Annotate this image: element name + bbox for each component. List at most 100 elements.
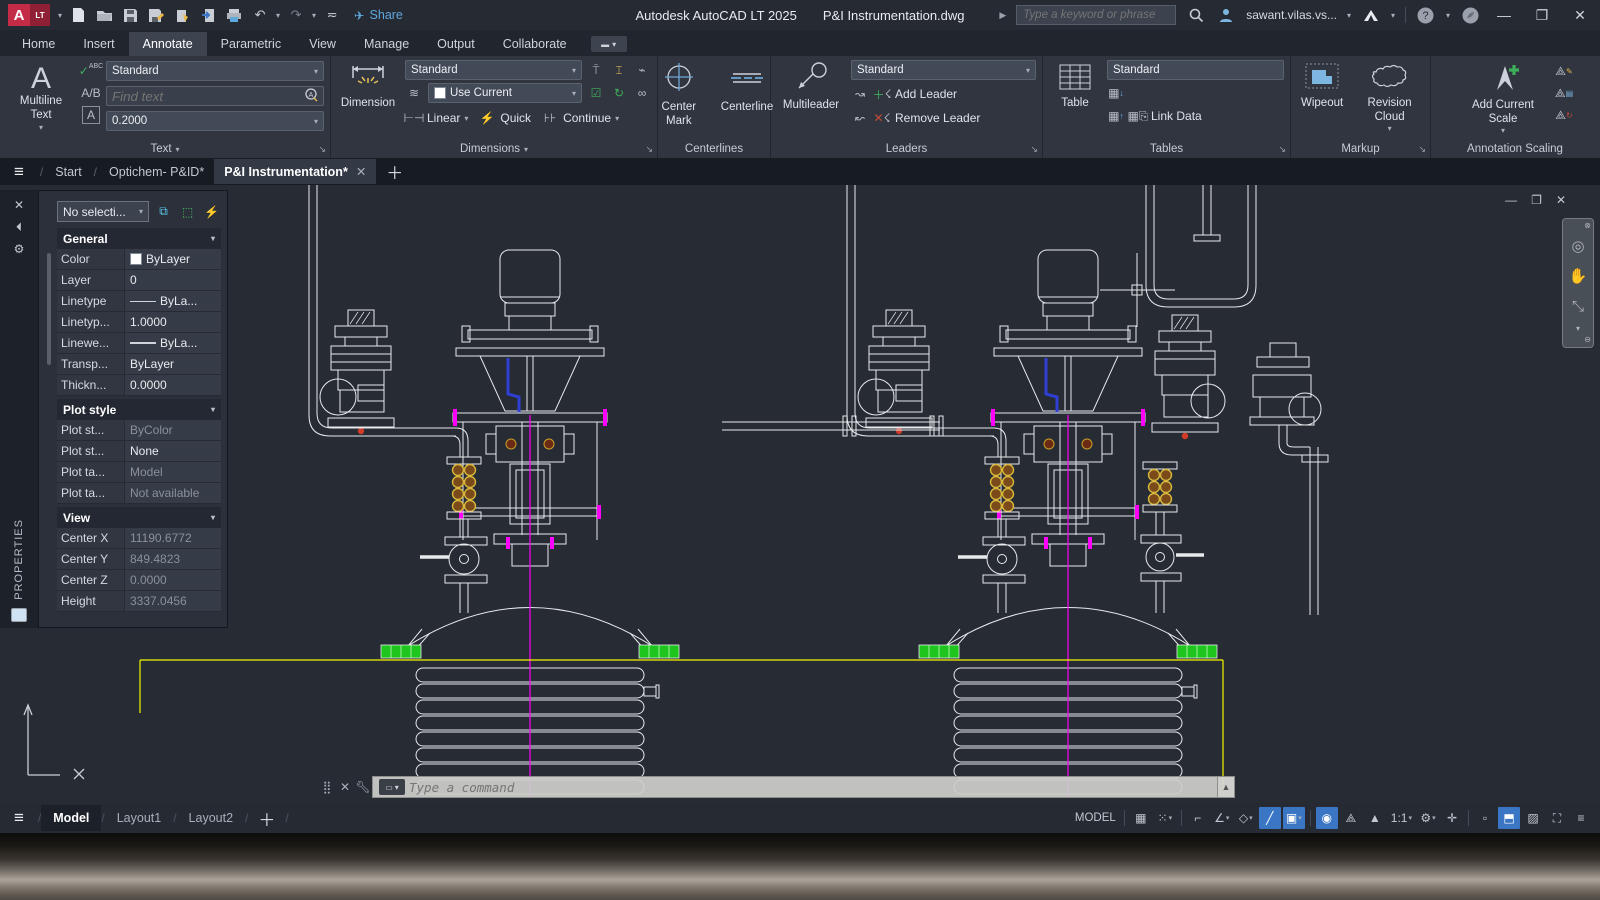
notification-icon[interactable]: [1460, 5, 1480, 25]
isodraft-toggle[interactable]: ◇▾: [1235, 807, 1257, 829]
search-expand-icon[interactable]: ▶: [999, 10, 1006, 21]
wipeout-button[interactable]: Wipeout: [1297, 60, 1347, 140]
tab-manage[interactable]: Manage: [350, 32, 423, 56]
tab-parametric[interactable]: Parametric: [207, 32, 295, 56]
panel-label-text[interactable]: Text▾ ↘: [0, 140, 330, 158]
undo-caret-icon[interactable]: ▾: [276, 11, 280, 20]
ribbon-display-toggle[interactable]: ▬▾: [591, 36, 627, 52]
layout-tab-layout2[interactable]: Layout2: [177, 805, 245, 831]
annoscale-edit-icon[interactable]: ⟁✎: [1555, 62, 1573, 80]
centerline-button[interactable]: Centerline: [717, 60, 777, 140]
tab-collaborate[interactable]: Collaborate: [489, 32, 581, 56]
palette-display-icon[interactable]: [11, 608, 27, 622]
prop-row-color[interactable]: Color ByLayer: [57, 249, 221, 270]
dim-update-icon[interactable]: ↻: [610, 84, 628, 102]
user-caret-icon[interactable]: ▾: [1347, 11, 1351, 20]
save-icon[interactable]: [120, 5, 140, 25]
dimension-button[interactable]: Dimension: [337, 60, 399, 140]
revision-cloud-button[interactable]: Revision Cloud ▾: [1355, 60, 1424, 140]
center-mark-button[interactable]: Center Mark: [651, 60, 707, 140]
prop-row-lineweight[interactable]: Linewe... ByLa...: [57, 333, 221, 354]
dimensions-launcher-icon[interactable]: ↘: [645, 144, 653, 155]
new-file-icon[interactable]: [68, 5, 88, 25]
prop-row-center-z[interactable]: Center Z 0.0000: [57, 570, 221, 591]
print-icon[interactable]: [224, 5, 244, 25]
search-icon[interactable]: [1186, 5, 1206, 25]
tab-insert[interactable]: Insert: [69, 32, 128, 56]
download-from-source-icon[interactable]: ▦↓: [1107, 84, 1125, 102]
palette-scrollbar[interactable]: [47, 253, 51, 365]
prop-row-plot-style[interactable]: Plot st... ByColor: [57, 420, 221, 441]
layout-tab-model[interactable]: Model: [41, 805, 101, 831]
undo-icon[interactable]: ↶: [250, 5, 270, 25]
full-screen-button[interactable]: ⛶: [1546, 807, 1568, 829]
text-style-select[interactable]: Standard▾: [106, 61, 324, 81]
prop-row-layer[interactable]: Layer 0: [57, 270, 221, 291]
annotation-scale-select[interactable]: 1:1▾: [1388, 807, 1415, 829]
steering-wheel-icon[interactable]: ◎: [1571, 231, 1584, 261]
add-current-scale-button[interactable]: Add Current Scale ▾: [1457, 60, 1549, 140]
jog-line-icon[interactable]: ⌁: [633, 61, 651, 79]
workspace-switching[interactable]: ⚙▾: [1417, 807, 1439, 829]
redo-icon[interactable]: ↷: [286, 5, 306, 25]
dim-layer-select[interactable]: Use Current▾: [428, 83, 582, 103]
prop-row-center-y[interactable]: Center Y 849.4823: [57, 549, 221, 570]
prop-row-height[interactable]: Height 3337.0456: [57, 591, 221, 612]
new-layout-button[interactable]: ＋: [248, 806, 285, 831]
adjust-space-icon[interactable]: ⌶: [610, 61, 628, 79]
quick-select-icon[interactable]: ⚡: [202, 203, 221, 221]
quick-button[interactable]: Quick: [500, 111, 531, 125]
prop-row-plot-style-table[interactable]: Plot st... None: [57, 441, 221, 462]
minimize-button[interactable]: —: [1490, 4, 1518, 26]
dwg-close-icon[interactable]: ✕: [1556, 193, 1566, 207]
remove-leader-button[interactable]: Remove Leader: [895, 111, 980, 125]
multileader-button[interactable]: Multileader: [777, 60, 845, 140]
section-plot-style[interactable]: Plot style▾: [57, 399, 221, 420]
zoom-extents-icon[interactable]: ⤡: [1572, 291, 1584, 321]
find-text-box[interactable]: A: [106, 86, 324, 106]
palette-title[interactable]: PROPERTIES: [13, 519, 25, 600]
add-leader-button[interactable]: Add Leader: [895, 87, 957, 101]
autoscale-toggle[interactable]: ⟁: [1340, 807, 1362, 829]
panel-label-centerlines[interactable]: Centerlines: [658, 140, 770, 158]
annotation-scale-icon[interactable]: ▲: [1364, 807, 1386, 829]
text-align-icon[interactable]: A/B: [82, 84, 100, 102]
dim-layer-icon[interactable]: ≋: [405, 84, 423, 102]
qat-customize-icon[interactable]: ≂: [322, 5, 342, 25]
clean-screen-button[interactable]: ▨: [1522, 807, 1544, 829]
dwg-restore-icon[interactable]: ❐: [1531, 193, 1542, 207]
model-space-button[interactable]: MODEL: [1072, 807, 1119, 829]
customization-button[interactable]: ✛: [1441, 807, 1463, 829]
share-button[interactable]: ✈ Share: [354, 8, 403, 23]
leaders-launcher-icon[interactable]: ↘: [1030, 144, 1038, 155]
close-button[interactable]: ✕: [1566, 4, 1594, 26]
navbar-caret-icon[interactable]: ▾: [1576, 321, 1580, 335]
palette-autohide-icon[interactable]: ⏴: [16, 216, 22, 238]
prop-row-transparency[interactable]: Transp... ByLayer: [57, 354, 221, 375]
panel-label-tables[interactable]: Tables ↘: [1043, 140, 1290, 158]
spell-check-icon[interactable]: ✓ABC: [82, 62, 100, 80]
ortho-mode-toggle[interactable]: ╱: [1259, 807, 1281, 829]
linear-button[interactable]: Linear: [427, 111, 460, 125]
find-text-input[interactable]: [112, 89, 304, 104]
cmd-history-toggle[interactable]: ▲: [1218, 776, 1235, 798]
customize-statusbar-icon[interactable]: ≡: [1570, 807, 1592, 829]
cmd-drag-handle[interactable]: ⣿: [318, 780, 336, 794]
user-avatar-icon[interactable]: [1216, 5, 1236, 25]
object-snap-toggle[interactable]: ▣▾: [1283, 807, 1305, 829]
annotation-visibility-toggle[interactable]: ◉: [1316, 807, 1338, 829]
plot-icon[interactable]: [172, 5, 192, 25]
autodesk-logo-icon[interactable]: [1361, 5, 1381, 25]
panel-label-dimensions[interactable]: Dimensions▾ ↘: [331, 140, 657, 158]
panel-label-markup[interactable]: Markup ↘: [1291, 140, 1430, 158]
panel-label-annotation-scaling[interactable]: Annotation Scaling: [1431, 140, 1599, 158]
app-menu-caret-icon[interactable]: ▾: [58, 11, 62, 20]
tab-annotate[interactable]: Annotate: [129, 32, 207, 56]
annoscale-sync-icon[interactable]: ⟁↻: [1555, 106, 1573, 124]
help-caret-icon[interactable]: ▾: [1446, 11, 1450, 20]
text-launcher-icon[interactable]: ↘: [318, 144, 326, 155]
command-line[interactable]: ▭▾: [372, 776, 1218, 798]
text-height-select[interactable]: 0.2000▾: [106, 111, 324, 131]
markup-launcher-icon[interactable]: ↘: [1418, 144, 1426, 155]
help-icon[interactable]: ?: [1416, 5, 1436, 25]
